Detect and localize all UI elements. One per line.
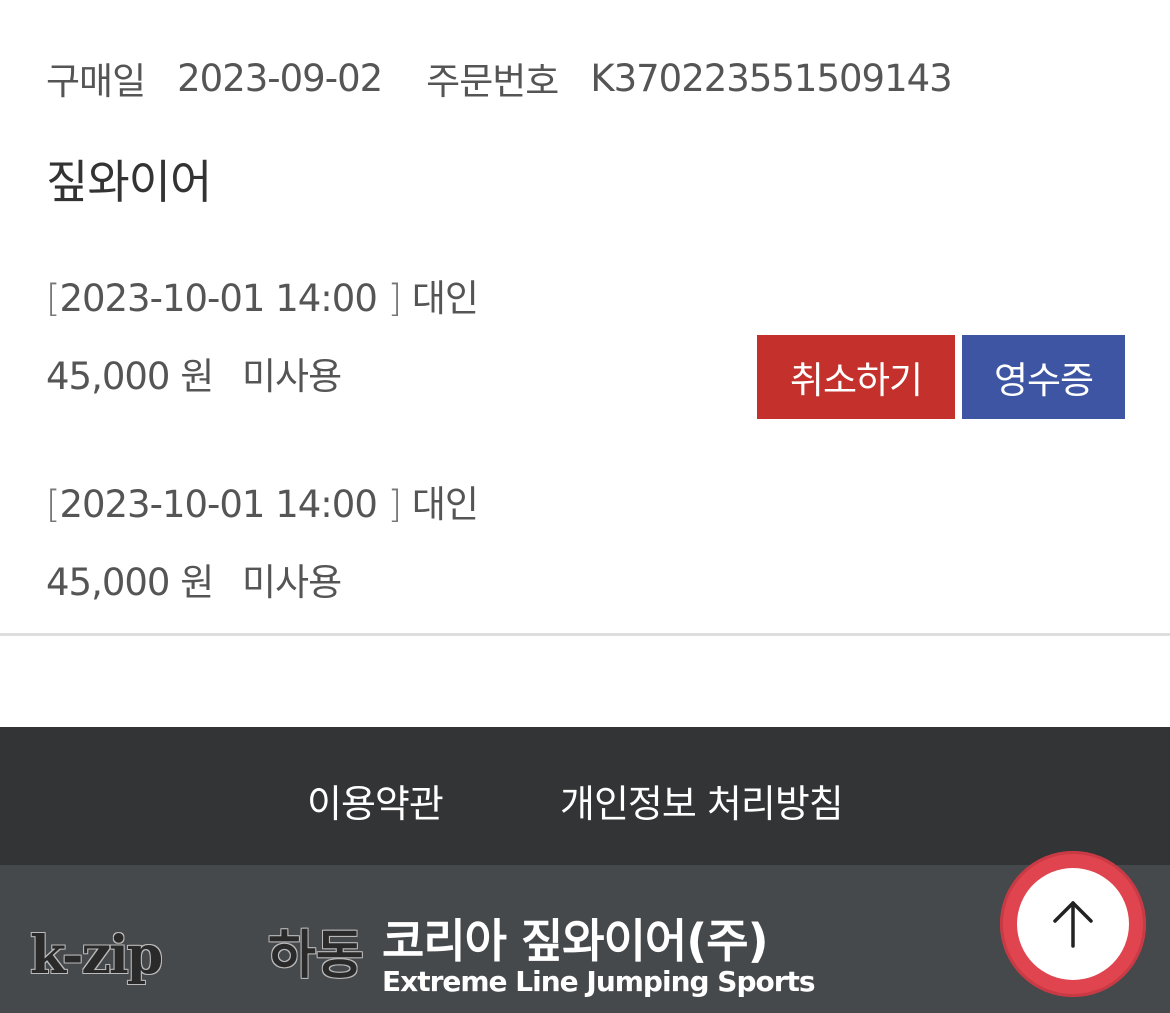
purchase-date: 2023-09-02 bbox=[177, 56, 383, 100]
company-tagline: Extreme Line Jumping Sports bbox=[382, 965, 816, 998]
ticket-price: 45,000 원 bbox=[46, 561, 214, 604]
company-name: 코리아 짚와이어(주) bbox=[382, 914, 769, 968]
privacy-policy-link[interactable]: 개인정보 처리방침 bbox=[560, 773, 844, 828]
divider bbox=[0, 633, 1170, 636]
bracket-open: [ bbox=[46, 483, 60, 526]
scroll-to-top-button[interactable] bbox=[1000, 851, 1146, 997]
ticket-type: 대인 bbox=[411, 483, 479, 526]
ticket-type: 대인 bbox=[411, 277, 479, 320]
logo-region: 하동 bbox=[268, 926, 364, 986]
ticket-status: 미사용 bbox=[242, 355, 342, 398]
order-number: K370223551509143 bbox=[590, 56, 952, 100]
product-name: 짚와이어 bbox=[46, 155, 212, 209]
ticket-price-row: 45,000 원 미사용 bbox=[46, 346, 342, 400]
ticket-status: 미사용 bbox=[242, 561, 342, 604]
footer-links: 이용약관 개인정보 처리방침 bbox=[0, 727, 1170, 865]
arrow-up-icon bbox=[1053, 901, 1093, 948]
ticket-datetime-row: [2023-10-01 14:00 ] 대인 bbox=[46, 268, 479, 322]
order-meta: 구매일 2023-09-02 주문번호 K370223551509143 bbox=[46, 52, 996, 104]
purchase-date-label: 구매일 bbox=[46, 60, 146, 103]
receipt-button[interactable]: 영수증 bbox=[962, 335, 1125, 419]
footer-brand: k-zip 하동 코리아 짚와이어(주) Extreme Line Jumpin… bbox=[0, 865, 1170, 1013]
ticket-datetime-row: [2023-10-01 14:00 ] 대인 bbox=[46, 474, 479, 528]
ticket-price: 45,000 원 bbox=[46, 355, 214, 398]
bracket-open: [ bbox=[46, 277, 60, 320]
terms-link[interactable]: 이용약관 bbox=[307, 773, 444, 828]
cancel-button[interactable]: 취소하기 bbox=[757, 335, 955, 419]
order-number-label: 주문번호 bbox=[426, 60, 559, 103]
k-zip-logo: k-zip bbox=[30, 925, 163, 986]
scroll-to-top-inner bbox=[1017, 868, 1129, 980]
bracket-close: ] bbox=[387, 483, 402, 526]
bracket-close: ] bbox=[387, 277, 402, 320]
ticket-price-row: 45,000 원 미사용 bbox=[46, 552, 342, 606]
ticket-datetime: 2023-10-01 14:00 bbox=[59, 483, 377, 526]
ticket-datetime: 2023-10-01 14:00 bbox=[59, 277, 377, 320]
ticket-item: [2023-10-01 14:00 ] 대인 45,000 원 미사용 bbox=[46, 474, 1126, 604]
